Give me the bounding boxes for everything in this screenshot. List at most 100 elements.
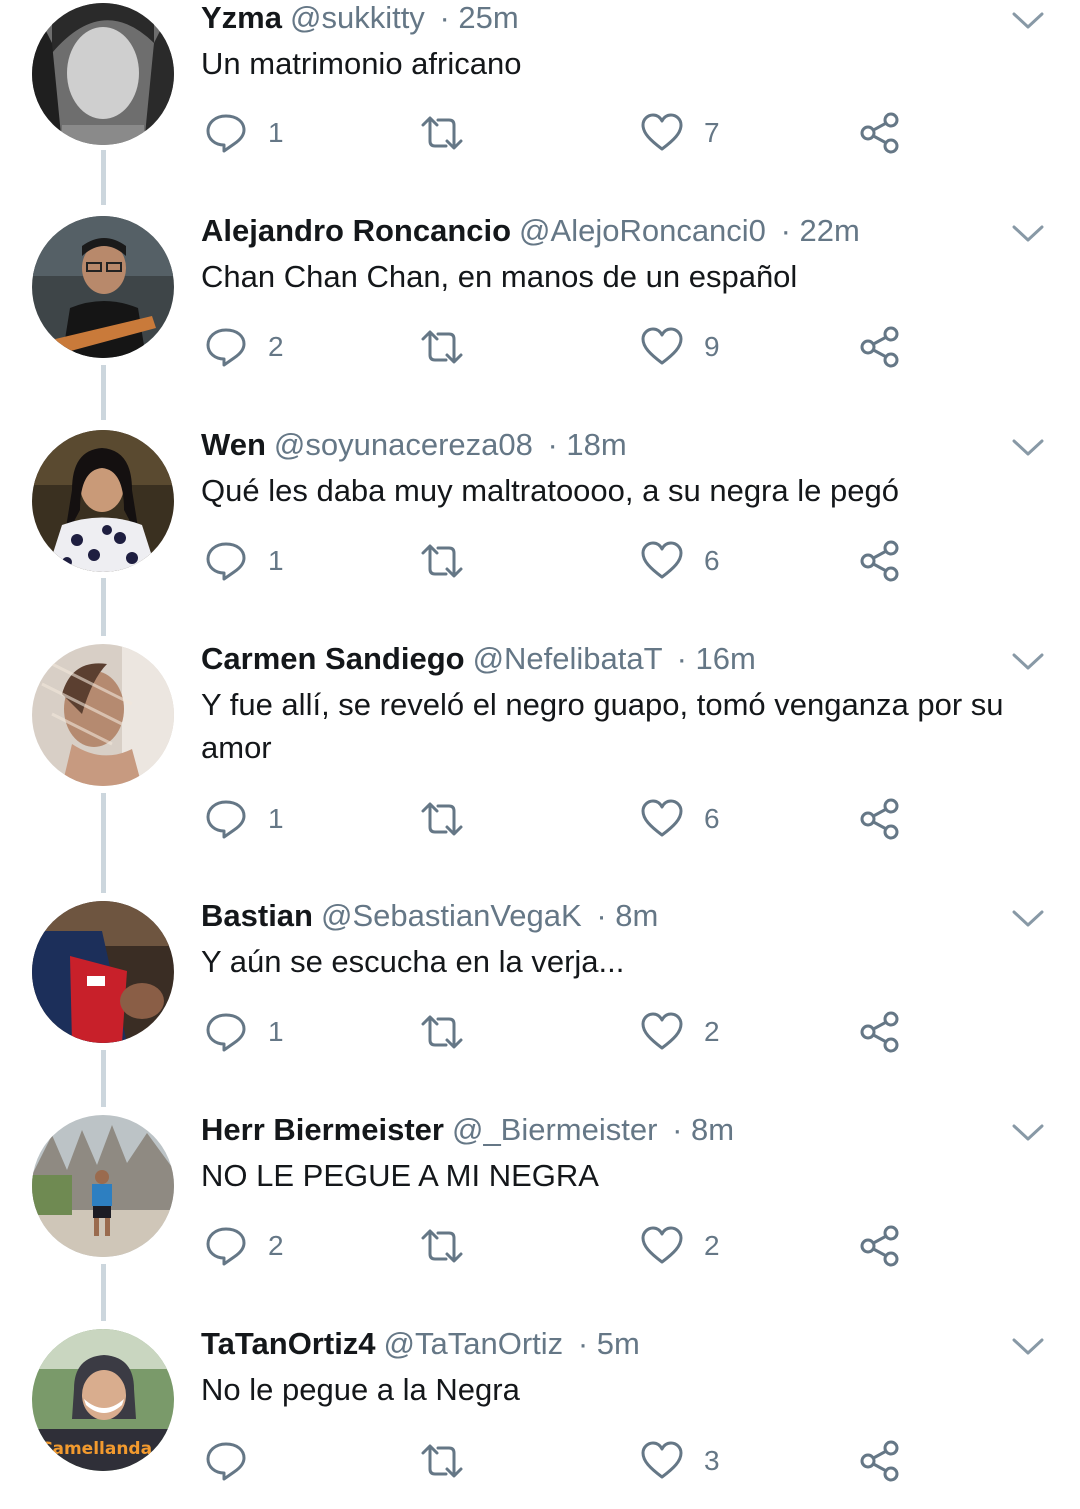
- like-button[interactable]: 2: [640, 1007, 720, 1057]
- share-button[interactable]: [858, 794, 902, 844]
- username[interactable]: @TaTanOrtiz: [384, 1326, 564, 1361]
- reply-count: 2: [268, 331, 284, 362]
- tweet-text: Y fue allí, se reveló el negro guapo, to…: [201, 687, 1004, 765]
- avatar[interactable]: [32, 644, 174, 786]
- reply-icon: [206, 328, 246, 367]
- share-button[interactable]: [858, 108, 902, 158]
- tweet-header: Carmen Sandiego @NefelibataT · 16m: [201, 641, 756, 677]
- chevron-down-icon[interactable]: [1010, 649, 1046, 673]
- like-button[interactable]: 9: [640, 322, 720, 372]
- share-button[interactable]: [858, 1221, 902, 1271]
- like-button[interactable]: 7: [640, 108, 720, 158]
- like-button[interactable]: 3: [640, 1436, 720, 1486]
- chevron-down-icon[interactable]: [1010, 435, 1046, 459]
- chevron-down-icon[interactable]: [1010, 1120, 1046, 1144]
- retweet-button[interactable]: [420, 1221, 464, 1271]
- reply-button[interactable]: [204, 1436, 268, 1486]
- tweet[interactable]: Alejandro Roncancio @AlejoRoncanci0 · 22m…: [0, 213, 1080, 427]
- like-icon: [641, 1012, 683, 1050]
- username[interactable]: @sukkitty: [290, 0, 425, 35]
- retweet-icon: [421, 802, 463, 836]
- chevron-down-icon[interactable]: [1010, 8, 1046, 32]
- tweet-header: Yzma @sukkitty · 25m: [201, 0, 519, 36]
- display-name[interactable]: Herr Biermeister: [201, 1112, 444, 1147]
- tweet[interactable]: Carmen Sandiego @NefelibataT · 16m Y fue …: [0, 641, 1080, 881]
- reply-count: 1: [268, 803, 284, 834]
- tweet-header: Herr Biermeister @_Biermeister · 8m: [201, 1112, 734, 1148]
- display-name[interactable]: Bastian: [201, 898, 313, 933]
- chevron-down-icon[interactable]: [1010, 221, 1046, 245]
- tweet[interactable]: Camellanda TaTanOrtiz4 @TaTanOrtiz · 5m N…: [0, 1326, 1080, 1509]
- tweet[interactable]: Wen @soyunacereza08 · 18m Qué les daba mu…: [0, 427, 1080, 641]
- chevron-down-icon[interactable]: [1010, 906, 1046, 930]
- like-count: 2: [704, 1016, 720, 1047]
- reply-button[interactable]: 2: [204, 322, 284, 372]
- share-button[interactable]: [858, 1436, 902, 1486]
- display-name[interactable]: Wen: [201, 427, 266, 462]
- tweet[interactable]: Bastian @SebastianVegaK · 8m Y aún se esc…: [0, 898, 1080, 1112]
- timestamp[interactable]: · 16m: [677, 641, 756, 676]
- retweet-button[interactable]: [420, 794, 464, 844]
- reply-count: 1: [268, 1016, 284, 1047]
- reply-icon: [206, 1227, 246, 1266]
- tweet-text: NO LE PEGUE A MI NEGRA: [201, 1158, 599, 1193]
- timestamp[interactable]: · 25m: [439, 0, 518, 35]
- share-button[interactable]: [858, 1007, 902, 1057]
- username[interactable]: @SebastianVegaK: [321, 898, 582, 933]
- timestamp[interactable]: · 18m: [547, 427, 626, 462]
- reply-icon: [206, 114, 246, 153]
- tweet-text: Y aún se escucha en la verja...: [201, 944, 625, 979]
- username[interactable]: @_Biermeister: [452, 1112, 657, 1147]
- retweet-button[interactable]: [420, 1007, 464, 1057]
- retweet-button[interactable]: [420, 536, 464, 586]
- username[interactable]: @AlejoRoncanci0: [519, 213, 766, 248]
- display-name[interactable]: Alejandro Roncancio: [201, 213, 511, 248]
- share-button[interactable]: [858, 536, 902, 586]
- tweet-text: Un matrimonio africano: [201, 46, 522, 81]
- like-count: 6: [704, 803, 720, 834]
- retweet-icon: [421, 1015, 463, 1049]
- like-button[interactable]: 6: [640, 794, 720, 844]
- reply-button[interactable]: 1: [204, 1007, 284, 1057]
- retweet-icon: [421, 544, 463, 578]
- action-bar: 1 6: [0, 536, 1080, 586]
- reply-button[interactable]: 1: [204, 108, 284, 158]
- username[interactable]: @soyunacereza08: [274, 427, 533, 462]
- timestamp[interactable]: · 5m: [578, 1326, 640, 1361]
- tweet-text: Chan Chan Chan, en manos de un español: [201, 259, 798, 294]
- share-icon: [860, 112, 899, 154]
- reply-count: 1: [268, 117, 284, 148]
- timestamp[interactable]: · 8m: [596, 898, 658, 933]
- like-count: 3: [704, 1445, 720, 1476]
- retweet-button[interactable]: [420, 322, 464, 372]
- display-name[interactable]: TaTanOrtiz4: [201, 1326, 376, 1361]
- like-button[interactable]: 2: [640, 1221, 720, 1271]
- reply-button[interactable]: 2: [204, 1221, 284, 1271]
- reply-button[interactable]: 1: [204, 536, 284, 586]
- like-count: 6: [704, 545, 720, 576]
- retweet-button[interactable]: [420, 108, 464, 158]
- retweet-button[interactable]: [420, 1436, 464, 1486]
- reply-button[interactable]: 1: [204, 794, 284, 844]
- reply-count: 2: [268, 1230, 284, 1261]
- action-bar: 2 2: [0, 1221, 1080, 1271]
- tweet[interactable]: Herr Biermeister @_Biermeister · 8m NO LE…: [0, 1112, 1080, 1326]
- share-button[interactable]: [858, 322, 902, 372]
- like-button[interactable]: 6: [640, 536, 720, 586]
- share-icon: [860, 798, 899, 840]
- tweet[interactable]: Yzma @sukkitty · 25m Un matrimonio africa…: [0, 0, 1080, 214]
- like-icon: [641, 799, 683, 837]
- tweet-header: Alejandro Roncancio @AlejoRoncanci0 · 22m: [201, 213, 860, 249]
- retweet-icon: [421, 116, 463, 150]
- reply-count: 1: [268, 545, 284, 576]
- timestamp[interactable]: · 22m: [781, 213, 860, 248]
- like-icon: [641, 327, 683, 365]
- action-bar: 1 7: [0, 108, 1080, 158]
- display-name[interactable]: Carmen Sandiego: [201, 641, 465, 676]
- like-icon: [641, 1441, 683, 1479]
- chevron-down-icon[interactable]: [1010, 1334, 1046, 1358]
- username[interactable]: @NefelibataT: [473, 641, 662, 676]
- timestamp[interactable]: · 8m: [672, 1112, 734, 1147]
- display-name[interactable]: Yzma: [201, 0, 282, 35]
- action-bar: 3: [0, 1436, 1080, 1486]
